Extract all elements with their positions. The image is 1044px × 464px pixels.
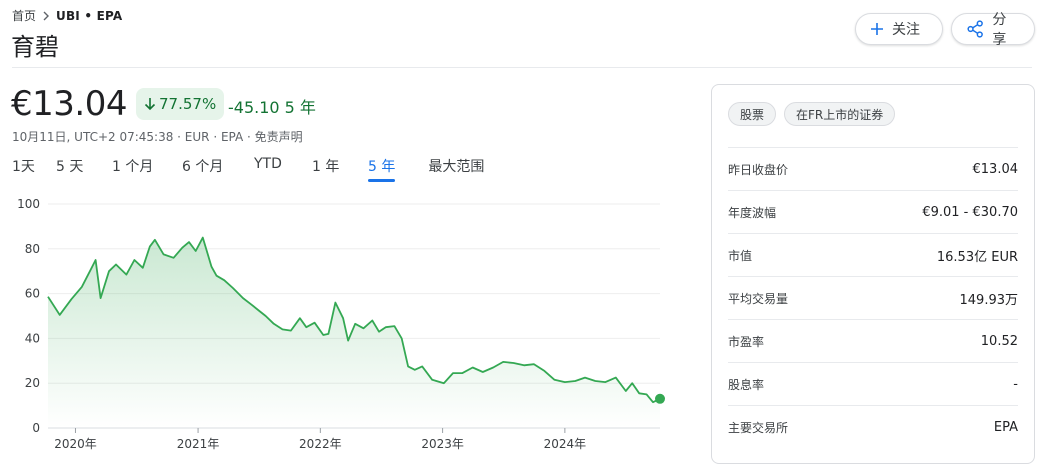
stat-label: 市盈率	[728, 335, 765, 349]
stat-row-avg-volume: 平均交易量 149.93万	[728, 276, 1018, 320]
breadcrumb-home-link[interactable]: 首页	[12, 7, 36, 24]
stat-value: 149.93万	[959, 293, 1019, 308]
x-tick-label: 2020年	[54, 437, 97, 451]
breadcrumb: 首页 UBI • EPA	[12, 7, 122, 24]
tab-max[interactable]: 最大范围	[428, 154, 484, 182]
y-tick-label: 0	[32, 421, 40, 435]
x-tick-label: 2021年	[177, 437, 220, 451]
stat-row-dividend-yield: 股息率 -	[728, 362, 1018, 406]
stat-row-market-cap: 市值 16.53亿 EUR	[728, 233, 1018, 277]
y-tick-label: 60	[25, 287, 40, 301]
page-title: 育碧	[11, 33, 59, 61]
x-tick-label: 2023年	[421, 437, 464, 451]
header-divider	[12, 67, 1032, 68]
stat-row-year-range: 年度波幅 €9.01 - €30.70	[728, 190, 1018, 234]
stat-value: 10.52	[980, 334, 1018, 349]
stat-row-prev-close: 昨日收盘价 €13.04	[728, 147, 1018, 191]
tab-ytd[interactable]: YTD	[254, 154, 312, 182]
x-tick-label: 2022年	[299, 437, 342, 451]
stat-label: 年度波幅	[728, 206, 777, 220]
current-price: €13.04	[11, 84, 127, 124]
x-tick-label: 2024年	[544, 437, 587, 451]
stat-label: 平均交易量	[728, 292, 789, 306]
stat-label: 股息率	[728, 378, 765, 392]
stat-row-pe-ratio: 市盈率 10.52	[728, 319, 1018, 363]
chevron-right-icon	[43, 11, 50, 20]
breadcrumb-ticker: UBI • EPA	[56, 8, 123, 23]
stat-value: 16.53亿 EUR	[936, 250, 1018, 265]
tab-5d[interactable]: 5 天	[56, 154, 112, 182]
stats-card: 股票 在FR上市的证券 昨日收盘价 €13.04 年度波幅 €9.01 - €3…	[711, 84, 1035, 464]
follow-button-label: 关注	[892, 22, 920, 38]
change-absolute: -45.10 5 年	[228, 98, 316, 117]
stat-value: -	[1013, 377, 1018, 392]
share-icon	[967, 20, 983, 38]
change-percent: 77.57%	[159, 95, 217, 113]
tab-5y[interactable]: 5 年	[368, 154, 396, 182]
stat-value: EPA	[993, 420, 1018, 435]
quote-info: 10月11日, UTC+2 07:45:38 · EUR · EPA · 免责声…	[12, 130, 303, 144]
share-button-label: 分享	[992, 12, 1007, 48]
current-price-marker	[655, 393, 665, 404]
tab-6m[interactable]: 6 个月	[182, 154, 254, 182]
arrow-down-icon	[144, 98, 156, 111]
category-chips: 股票 在FR上市的证券	[728, 102, 896, 126]
chip-stock[interactable]: 股票	[728, 102, 777, 126]
price-chart: 0 20 40 60 80 100 2020年 2021年 2022年 2023年 2024年	[17, 197, 665, 451]
follow-button[interactable]: 关注	[855, 13, 943, 45]
stat-label: 昨日收盘价	[728, 163, 789, 177]
tab-1d[interactable]: 1天	[12, 154, 56, 182]
plus-icon	[871, 23, 883, 35]
range-tabs: 1天 5 天 1 个月 6 个月 YTD 1 年 5 年 最大范围	[12, 154, 484, 182]
tab-1y[interactable]: 1 年	[312, 154, 368, 182]
stat-label: 市值	[728, 249, 753, 263]
y-tick-label: 100	[17, 197, 40, 211]
stat-value: €13.04	[972, 162, 1019, 177]
share-button[interactable]: 分享	[951, 12, 1035, 48]
stat-label: 主要交易所	[728, 421, 789, 435]
chip-fr-listed[interactable]: 在FR上市的证券	[784, 102, 896, 126]
y-tick-label: 80	[25, 242, 40, 256]
tab-1m[interactable]: 1 个月	[112, 154, 182, 182]
change-percent-badge: 77.57%	[136, 88, 225, 120]
stat-value: €9.01 - €30.70	[922, 205, 1018, 220]
stat-row-primary-exchange: 主要交易所 EPA	[728, 405, 1018, 449]
y-tick-label: 40	[25, 331, 40, 345]
y-tick-label: 20	[25, 376, 40, 390]
